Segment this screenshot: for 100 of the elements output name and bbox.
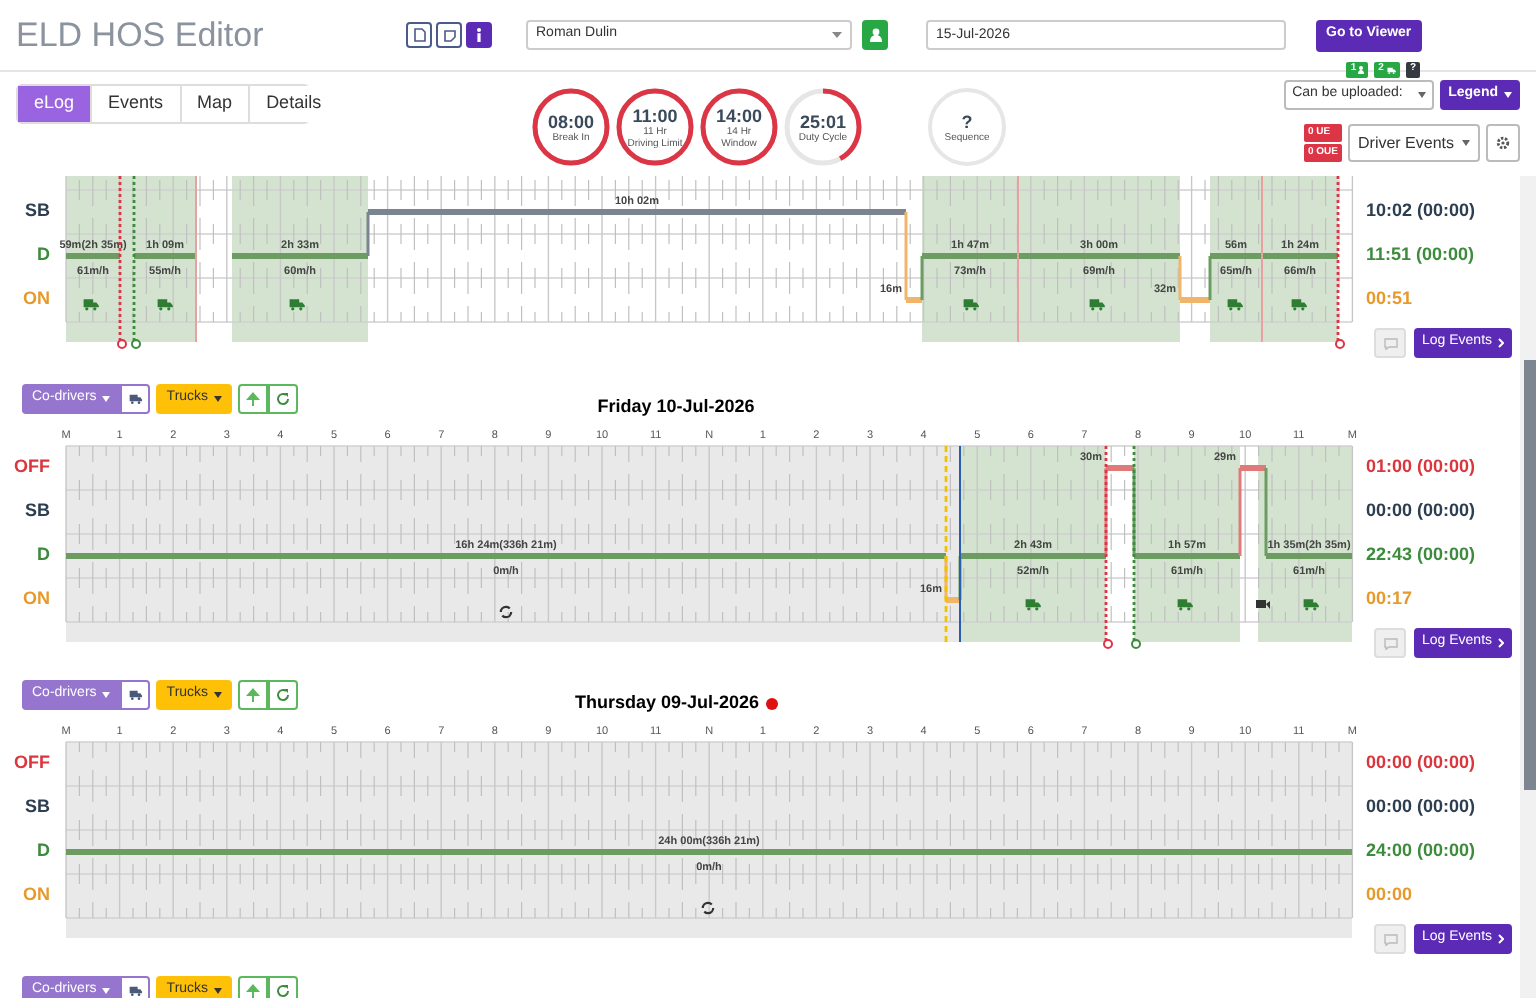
- caret-icon: [102, 987, 111, 993]
- marker-pin-icon: [117, 339, 127, 349]
- status-label: SB: [24, 498, 50, 525]
- truck-icon: [963, 299, 979, 311]
- duty-line: [134, 253, 196, 259]
- driver-button[interactable]: [862, 20, 888, 50]
- marker-pin-icon: [131, 339, 141, 349]
- info-icon: [476, 28, 482, 42]
- marker-pin-icon: [1335, 339, 1345, 349]
- clock-time: 11:00: [632, 105, 678, 125]
- refresh-button[interactable]: [268, 975, 299, 998]
- sequence-value: ?: [961, 111, 973, 131]
- status-total: 11:51 (00:00): [1366, 242, 1475, 269]
- info-button[interactable]: [466, 22, 492, 48]
- note-icon: [443, 29, 455, 41]
- settings-button[interactable]: [1486, 124, 1520, 162]
- caret-icon: [832, 32, 842, 38]
- duty-line: [906, 297, 922, 303]
- note-button[interactable]: [436, 22, 462, 48]
- connector-line: [958, 556, 962, 600]
- status-label: D: [37, 542, 50, 569]
- status-label: ON: [23, 586, 50, 613]
- status-total: 00:00 (00:00): [1366, 794, 1476, 821]
- status-label: D: [37, 242, 50, 269]
- connector-line: [904, 212, 908, 300]
- duty-line: [66, 253, 120, 259]
- caret-icon: [1462, 140, 1470, 146]
- truck-icon: [157, 299, 173, 311]
- duty-line: [232, 253, 368, 259]
- app-title: ELD HOS Editor: [16, 13, 266, 58]
- refresh-icon: [276, 687, 291, 701]
- connector-line: [1104, 468, 1108, 556]
- truck-icon: [1291, 299, 1307, 311]
- clock-time: 25:01: [799, 111, 847, 131]
- tab[interactable]: eLog: [18, 86, 91, 122]
- chevron-icon: [1498, 638, 1505, 648]
- connector-line: [366, 212, 370, 256]
- truck-icon: [1177, 599, 1193, 611]
- clock-time: 08:00: [547, 111, 595, 131]
- status-total: 00:00 (00:00): [1366, 498, 1476, 525]
- caret-icon: [1504, 92, 1512, 98]
- status-label: SB: [24, 794, 50, 821]
- truck-icon: [128, 688, 143, 700]
- person-icon: [869, 28, 881, 42]
- refresh-icon: [276, 983, 291, 997]
- truck-icon: [128, 392, 143, 404]
- truck-icon: [83, 299, 99, 311]
- status-total: 24:00 (00:00): [1366, 838, 1476, 865]
- connector-line: [1264, 468, 1268, 556]
- comment-icon: [1383, 933, 1397, 945]
- chevron-icon: [1498, 338, 1505, 348]
- truck-button[interactable]: [120, 975, 151, 998]
- caret-icon: [102, 395, 111, 401]
- scrollbar[interactable]: [1520, 176, 1536, 998]
- caret-icon: [214, 395, 223, 401]
- comment-icon: [1383, 637, 1397, 649]
- status-total: 00:51: [1366, 286, 1413, 313]
- day-title: Thursday 09-Jul-2026: [574, 690, 760, 716]
- refresh-icon: [701, 901, 715, 915]
- duty-line: [1240, 465, 1266, 471]
- connector-line: [920, 256, 924, 300]
- refresh-button[interactable]: [268, 383, 299, 413]
- refresh-icon: [276, 391, 291, 405]
- comment-icon: [1383, 337, 1397, 349]
- status-total: 00:00 (00:00): [1366, 750, 1476, 777]
- status-label: ON: [23, 882, 50, 909]
- truck-icon: [289, 299, 305, 311]
- status-total: 00:17: [1366, 586, 1413, 613]
- clock-time: 14:00: [715, 105, 763, 125]
- status-total: 00:00: [1366, 882, 1413, 909]
- duty-line: [1266, 553, 1352, 559]
- marker-pin-icon: [1103, 639, 1113, 649]
- connector-line: [1208, 256, 1212, 300]
- truck-button[interactable]: [120, 383, 151, 413]
- caret-icon: [102, 691, 111, 697]
- duty-line: [946, 597, 960, 603]
- status-label: OFF: [14, 454, 50, 481]
- caret-icon: [214, 691, 223, 697]
- chevron-icon: [1498, 934, 1505, 944]
- duty-line: [1180, 297, 1210, 303]
- document-icon: [413, 28, 425, 42]
- status-total: 10:02 (00:00): [1366, 198, 1476, 225]
- connector-line: [1178, 256, 1182, 300]
- status-label: SB: [24, 198, 50, 225]
- truck-button[interactable]: [120, 679, 151, 709]
- person-icon: [1358, 66, 1365, 74]
- driver-events-dropdown[interactable]: Driver Events: [1348, 124, 1480, 162]
- marker-pin-icon: [1131, 639, 1141, 649]
- day-title: Friday 10-Jul-2026: [597, 394, 755, 420]
- status-label: OFF: [14, 750, 50, 777]
- settings-icon: [1496, 136, 1510, 150]
- refresh-button[interactable]: [268, 679, 299, 709]
- status-total: 01:00 (00:00): [1366, 454, 1476, 481]
- connector-line: [1238, 468, 1242, 556]
- connector-line: [944, 556, 948, 600]
- truck-icon: [1089, 299, 1105, 311]
- truck-icon: [1303, 599, 1319, 611]
- truck-icon: [1227, 299, 1243, 311]
- truck-icon: [128, 984, 143, 996]
- document-button[interactable]: [406, 22, 432, 48]
